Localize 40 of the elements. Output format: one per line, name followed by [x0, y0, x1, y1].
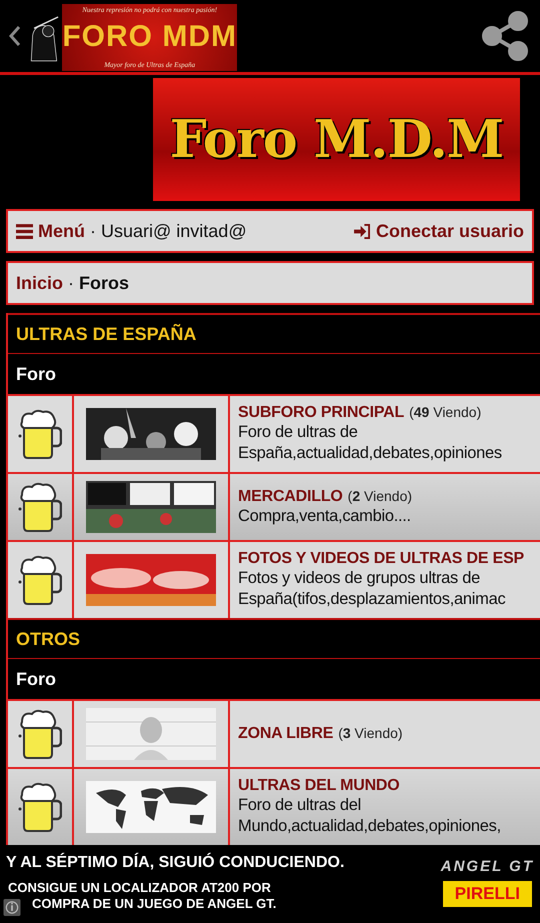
column-header: Foro: [16, 668, 56, 690]
forum-title-link[interactable]: MERCADILLO: [238, 488, 343, 506]
forum-title-link[interactable]: FOTOS Y VIDEOS DE ULTRAS DE ESP: [238, 550, 524, 568]
beer-mug-icon: [18, 408, 62, 460]
menu-link[interactable]: Menú: [16, 220, 85, 242]
forum-title-link[interactable]: ZONA LIBRE: [238, 725, 334, 743]
banner-title: Foro M.D.M: [170, 109, 504, 170]
user-status: Usuari@ invitad@: [101, 220, 247, 242]
share-icon[interactable]: [480, 11, 530, 61]
category-title[interactable]: OTROS: [16, 628, 80, 650]
logo-title: FORO MDM: [62, 22, 237, 52]
menu-icon[interactable]: [16, 224, 33, 238]
forum-description: Compra,venta,cambio....: [238, 506, 412, 526]
ad-text: COMPRA DE UN JUEGO DE ANGEL GT.: [31, 896, 276, 912]
separator-dot: ·: [68, 272, 74, 294]
forum-description: Fotos y videos de grupos ultras de España(tifos,desplazamientos,animac: [238, 568, 506, 610]
ad-text: CONSIGUE UN LOCALIZADOR AT200 POR: [7, 880, 271, 896]
home-link[interactable]: Inicio: [16, 272, 64, 294]
sign-in-icon[interactable]: [354, 224, 371, 238]
brand-logo: PIRELLI: [442, 881, 532, 907]
viewer-count: (3 Viendo): [338, 725, 403, 741]
ad-headline: Y AL SÉPTIMO DÍA, SIGUIÓ CONDUCIENDO.: [6, 854, 344, 872]
beer-mug-icon: [18, 554, 62, 606]
forum-description: Foro de ultras del Mundo,actualidad,debates,opiniones,: [238, 795, 502, 837]
forum-title-link[interactable]: SUBFORO PRINCIPAL: [238, 404, 404, 422]
product-logo: ANGEL GT: [440, 858, 534, 875]
forum-title-link[interactable]: ULTRAS DEL MUNDO: [238, 777, 400, 795]
back-icon[interactable]: [9, 25, 21, 47]
beer-mug-icon: [18, 781, 62, 833]
info-icon[interactable]: [1, 899, 23, 916]
beer-mug-icon: [18, 708, 62, 760]
viewer-count: (2 Viendo): [348, 488, 412, 504]
column-header: Foro: [16, 364, 56, 384]
login-link[interactable]: Conectar usuario: [354, 220, 524, 242]
viewer-count: (49 Viendo): [409, 404, 482, 420]
separator-dot: ·: [90, 220, 96, 242]
category-title[interactable]: ULTRAS DE ESPAÑA: [16, 324, 196, 344]
beer-mug-icon: [18, 481, 62, 533]
forum-description: Foro de ultras de España,actualidad,debates,opiniones: [238, 422, 503, 464]
breadcrumb-current: Foros: [79, 272, 130, 294]
